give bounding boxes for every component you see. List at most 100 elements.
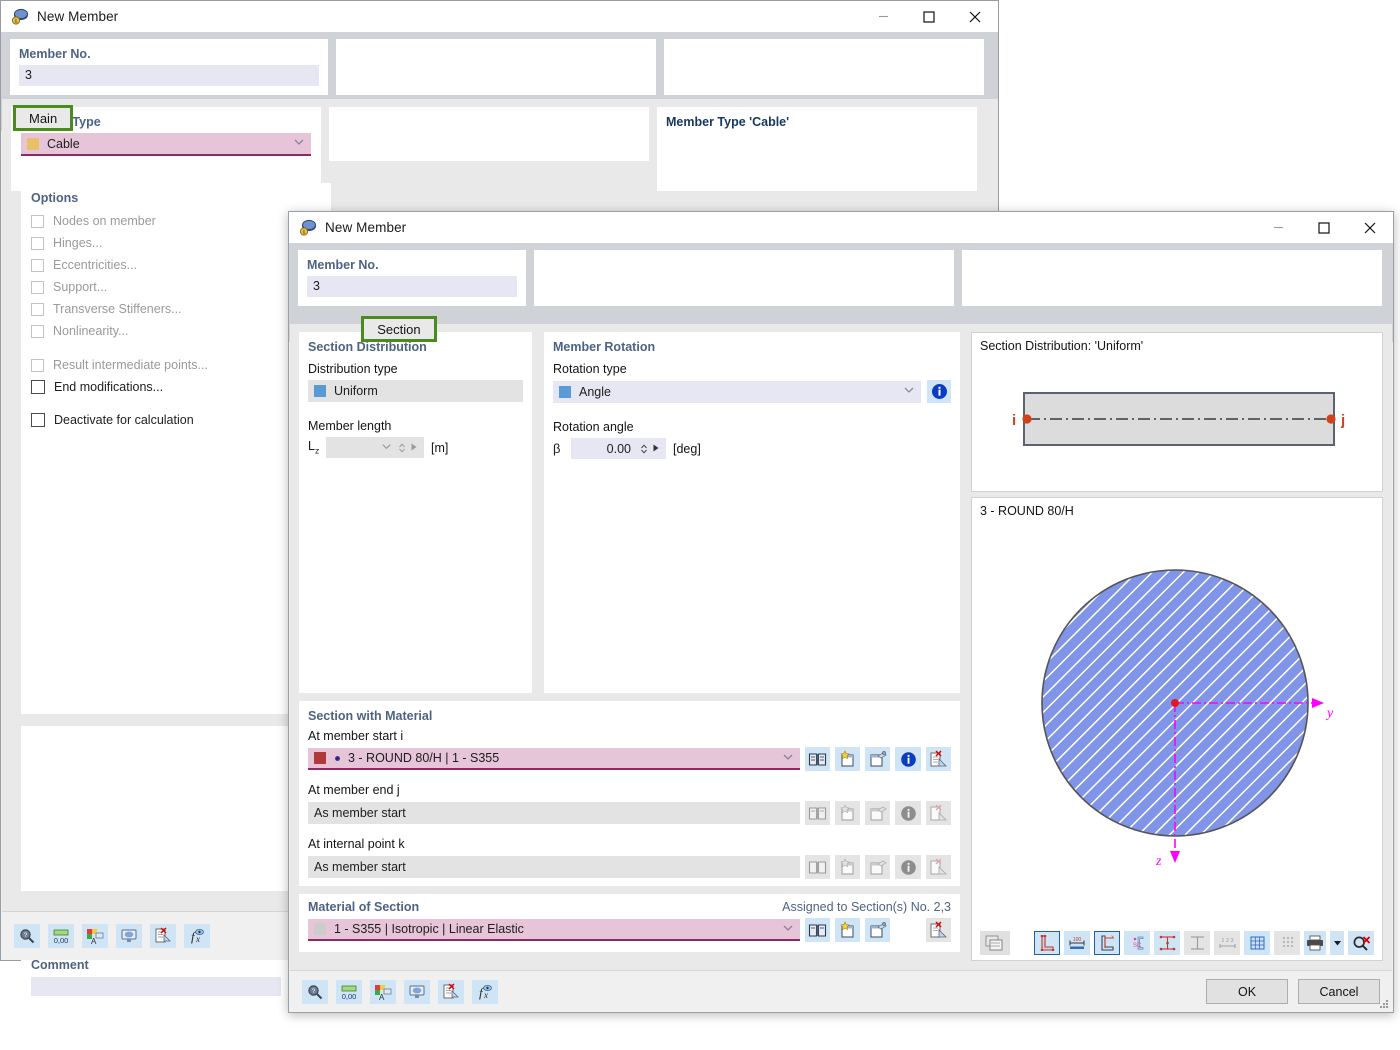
distribution-type-value: Uniform [334, 384, 378, 398]
material-combo[interactable]: 1 - S355 | Isotropic | Linear Elastic [308, 919, 800, 941]
option-label: Transverse Stiffeners... [53, 302, 182, 316]
cancel-button[interactable]: Cancel [1298, 979, 1380, 1004]
resize-grip[interactable] [1378, 998, 1390, 1010]
option-result-intermediate-points[interactable]: Result intermediate points... [31, 354, 321, 376]
visual-settings-icon[interactable] [116, 924, 142, 948]
background-info-card: Member Type 'Cable' [657, 107, 977, 191]
magnifier-icon[interactable]: ? [302, 979, 328, 1004]
info-icon[interactable] [927, 380, 951, 403]
close-icon[interactable] [1347, 212, 1393, 243]
print-dropdown-icon[interactable] [1330, 931, 1344, 955]
option-transverse-stiffeners[interactable]: Transverse Stiffeners... [31, 298, 321, 320]
dialog-tab-section[interactable]: Section [361, 316, 437, 342]
grid-icon[interactable] [1244, 931, 1270, 955]
member-rotation-title: Member Rotation [553, 340, 656, 354]
checkbox[interactable] [31, 236, 44, 250]
numbering-icon[interactable]: 1 2 3 [1214, 931, 1240, 955]
close-icon[interactable] [952, 1, 998, 32]
dialog-tabpane: Section Distribution Distribution type U… [290, 324, 1392, 972]
checkbox[interactable] [31, 214, 44, 228]
at-member-end-row: As member start [308, 801, 951, 825]
expand-arrow-icon[interactable] [409, 442, 422, 454]
width-dimension-icon[interactable]: 100 [1064, 931, 1090, 955]
decimal-places-icon[interactable]: 0,00 [48, 924, 74, 948]
shear-center-icon[interactable]: SC [1124, 931, 1150, 955]
dialog-titlebar[interactable]: 6 New Member [289, 212, 1393, 243]
checkbox[interactable] [31, 302, 44, 316]
new-icon[interactable] [834, 918, 861, 942]
option-hinges[interactable]: Hinges... [31, 232, 321, 254]
visual-settings-icon[interactable] [404, 979, 430, 1004]
formula-icon[interactable]: fx [472, 979, 498, 1004]
magnifier-icon[interactable]: ? [14, 924, 40, 948]
dotted-grid-icon[interactable] [1274, 931, 1300, 955]
checkbox[interactable] [31, 358, 44, 372]
library-icon [804, 855, 830, 879]
checkbox[interactable] [31, 258, 44, 272]
option-deactivate-for-calculation[interactable]: Deactivate for calculation [31, 409, 321, 431]
delete-icon[interactable] [925, 747, 951, 771]
distribution-type-label: Distribution type [308, 362, 398, 376]
tab-main[interactable]: Main [13, 105, 74, 131]
new-icon[interactable] [834, 747, 861, 771]
reset-view-icon[interactable] [1348, 931, 1374, 955]
spinner-arrows-icon[interactable] [395, 442, 409, 454]
distribution-type-combo[interactable]: Uniform [308, 380, 523, 402]
expand-arrow-icon[interactable] [651, 443, 664, 455]
dialog-member-no-input[interactable]: 3 [307, 276, 517, 297]
svg-text:j: j [1340, 412, 1345, 429]
checkbox[interactable] [31, 280, 44, 294]
delete-row-icon[interactable] [438, 979, 464, 1004]
library-icon[interactable] [804, 747, 830, 771]
member-length-input[interactable] [326, 437, 424, 458]
library-icon[interactable] [804, 918, 830, 942]
rotation-type-value: Angle [579, 384, 611, 399]
maximize-icon[interactable] [906, 1, 952, 32]
option-nodes-on-member[interactable]: Nodes on member [31, 210, 321, 232]
rotation-type-combo[interactable]: Angle [553, 380, 921, 403]
rotation-angle-value: 0.00 [606, 441, 631, 456]
dialog-card-3 [962, 250, 1382, 306]
checkbox[interactable] [31, 413, 45, 427]
tab-main-label: Main [29, 110, 58, 126]
display-properties-icon[interactable]: A [82, 924, 108, 948]
spinner-arrows-icon[interactable] [637, 443, 651, 455]
option-end-modifications[interactable]: End modifications... [31, 376, 321, 398]
option-support[interactable]: Support... [31, 276, 321, 298]
edit-icon[interactable] [865, 747, 891, 771]
member-type-combo[interactable]: Cable [21, 133, 311, 156]
formula-icon[interactable]: fx [184, 924, 210, 948]
edit-icon[interactable] [865, 918, 891, 942]
member-no-label: Member No. [19, 47, 91, 61]
centroid-axes-icon[interactable]: y [1094, 931, 1120, 955]
checkbox[interactable] [31, 380, 45, 394]
member-no-input[interactable]: 3 [19, 65, 319, 86]
option-nonlinearity[interactable]: Nonlinearity... [31, 320, 321, 342]
background-window-titlebar[interactable]: 6 New Member [1, 1, 998, 32]
rotation-angle-input[interactable]: 0.00 [571, 438, 666, 459]
section-start-combo[interactable]: 3 - ROUND 80/H | 1 - S355 [308, 748, 800, 770]
member-length-label: Member length [308, 419, 392, 433]
options-list: Nodes on member Hinges... Eccentricities… [31, 210, 321, 431]
ok-button[interactable]: OK [1206, 979, 1288, 1004]
minimize-icon[interactable] [860, 1, 906, 32]
display-properties-icon[interactable]: A [370, 979, 396, 1004]
minimize-icon[interactable] [1255, 212, 1301, 243]
section-dimensions-icon[interactable] [1034, 931, 1060, 955]
background-window-title: New Member [37, 9, 119, 24]
print-icon[interactable] [1304, 931, 1326, 955]
maximize-icon[interactable] [1301, 212, 1347, 243]
decimal-places-icon[interactable]: 0,00 [336, 979, 362, 1004]
info-icon[interactable] [895, 747, 921, 771]
checkbox[interactable] [31, 324, 44, 338]
delete-row-icon[interactable] [150, 924, 176, 948]
parts-icon[interactable] [1184, 931, 1210, 955]
image-copy-icon[interactable] [980, 931, 1010, 955]
option-eccentricities[interactable]: Eccentricities... [31, 254, 321, 276]
svg-text:0,00: 0,00 [342, 992, 357, 1001]
comment-label: Comment [31, 958, 89, 972]
background-lower-panel [21, 726, 291, 891]
delete-icon[interactable] [925, 918, 951, 942]
comment-input[interactable] [31, 977, 281, 996]
stress-points-icon[interactable] [1154, 931, 1180, 955]
